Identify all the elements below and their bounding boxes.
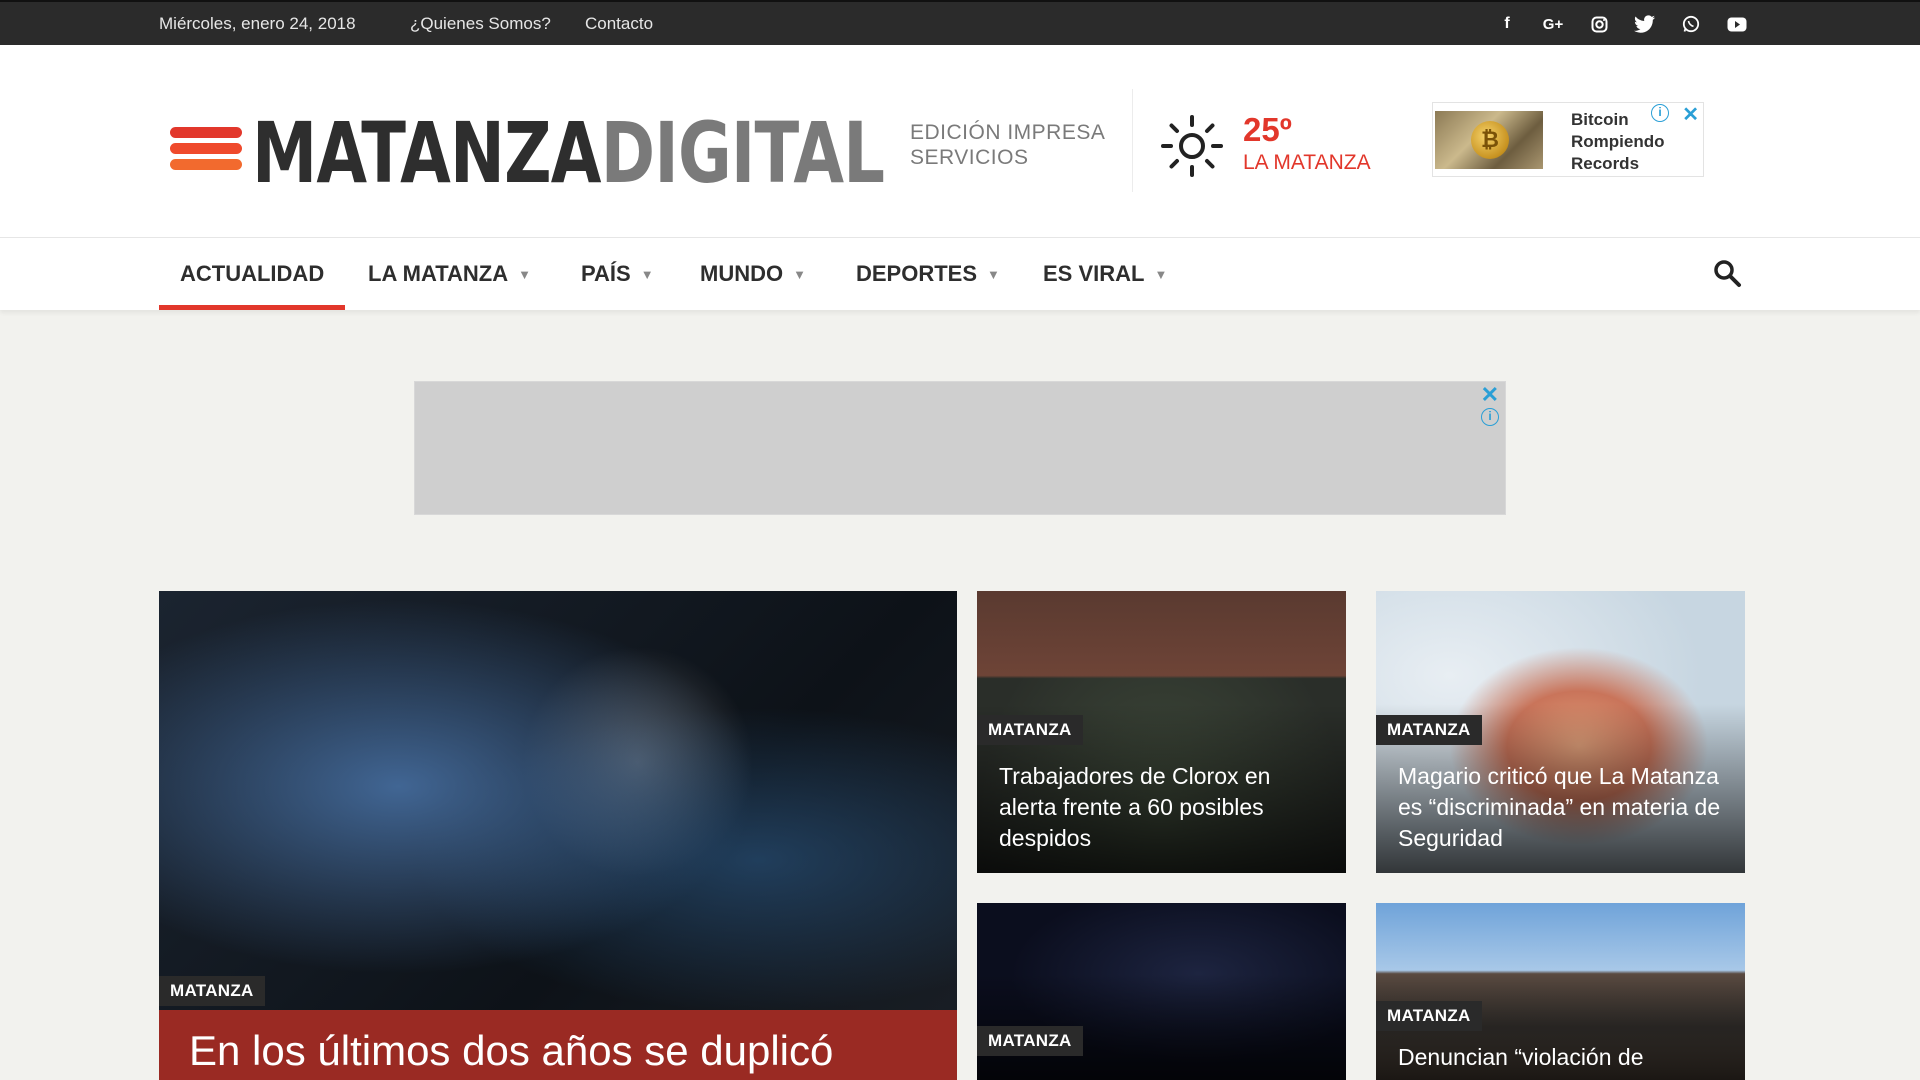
youtube-icon[interactable]	[1724, 11, 1750, 37]
edition-links: EDICIÓN IMPRESA SERVICIOS	[910, 120, 1105, 170]
ad-close-icon[interactable]: ✕	[1481, 382, 1499, 408]
twitter-icon[interactable]	[1632, 11, 1658, 37]
social-links: f G+	[1494, 11, 1750, 37]
bitcoin-ad[interactable]: ₿ Bitcoin Rompiendo Records i ✕	[1432, 102, 1704, 177]
chevron-down-icon: ▼	[793, 266, 806, 282]
chevron-down-icon: ▼	[518, 266, 531, 282]
ad-info-icon[interactable]: i	[1651, 104, 1669, 122]
logo-bars	[170, 127, 242, 175]
article-title[interactable]: Trabajadores de Clorox en alerta frente …	[999, 761, 1329, 854]
ad-text: Bitcoin Rompiendo Records	[1571, 110, 1665, 173]
sun-icon	[1161, 115, 1223, 177]
ad-thumbnail: ₿	[1435, 111, 1543, 169]
category-tag[interactable]: MATANZA	[159, 976, 265, 1006]
nav-item-mundo[interactable]: MUNDO ▼	[700, 238, 806, 310]
article-title[interactable]: Magario criticó que La Matanza es “discr…	[1398, 761, 1738, 854]
current-date: Miércoles, enero 24, 2018	[159, 14, 356, 33]
quienes-somos-link[interactable]: ¿Quienes Somos?	[410, 14, 551, 34]
contacto-link[interactable]: Contacto	[585, 14, 653, 34]
banner-ad[interactable]: ✕ i	[414, 381, 1506, 515]
top-bar: Miércoles, enero 24, 2018 ¿Quienes Somos…	[0, 0, 1920, 45]
article-image	[159, 591, 957, 1080]
site-logo[interactable]: MATANZADIGITAL	[170, 111, 885, 195]
edicion-impresa-link[interactable]: EDICIÓN IMPRESA	[910, 120, 1105, 145]
ad-close-icon[interactable]: ✕	[1682, 102, 1699, 127]
facebook-icon[interactable]: f	[1494, 11, 1520, 37]
nav-item-actualidad[interactable]: ACTUALIDAD	[158, 238, 346, 310]
chevron-down-icon: ▼	[1154, 266, 1168, 282]
weather-temperature: 25º	[1243, 111, 1292, 148]
category-tag[interactable]: MATANZA	[1376, 715, 1482, 745]
nav-item-es-viral[interactable]: ES VIRAL ▼	[1043, 238, 1167, 310]
chevron-down-icon: ▼	[640, 266, 654, 282]
ad-info-icon[interactable]: i	[1481, 408, 1499, 426]
nav-item-pais[interactable]: PAÍS ▼	[581, 238, 654, 310]
article-title[interactable]: Denuncian “violación de	[1398, 1042, 1738, 1073]
article-card[interactable]: MATANZA	[977, 903, 1346, 1080]
chevron-down-icon: ▼	[987, 266, 1000, 282]
featured-article[interactable]: MATANZA En los últimos dos años se dupli…	[159, 591, 957, 1080]
article-card[interactable]: MATANZA Denuncian “violación de	[1376, 903, 1745, 1080]
servicios-link[interactable]: SERVICIOS	[910, 145, 1105, 170]
category-tag[interactable]: MATANZA	[977, 715, 1083, 745]
search-icon[interactable]	[1712, 258, 1742, 288]
site-header: MATANZADIGITAL EDICIÓN IMPRESA SERVICIOS…	[0, 45, 1920, 238]
article-title[interactable]: En los últimos dos años se duplicó	[189, 1028, 833, 1074]
google-plus-icon[interactable]: G+	[1540, 11, 1566, 37]
nav-item-deportes[interactable]: DEPORTES ▼	[856, 238, 1000, 310]
category-tag[interactable]: MATANZA	[1376, 1001, 1482, 1031]
category-tag[interactable]: MATANZA	[977, 1026, 1083, 1056]
weather-location: LA MATANZA	[1243, 151, 1371, 174]
weather-widget: 25º LA MATANZA	[1160, 109, 1390, 179]
main-nav: ACTUALIDAD LA MATANZA ▼ PAÍS ▼ MUNDO ▼ DEPO…	[0, 238, 1920, 310]
whatsapp-icon[interactable]	[1678, 11, 1704, 37]
instagram-icon[interactable]	[1586, 11, 1612, 37]
nav-item-la-matanza[interactable]: LA MATANZA ▼	[368, 238, 531, 310]
article-card[interactable]: MATANZA Trabajadores de Clorox en alerta…	[977, 591, 1346, 873]
article-card[interactable]: MATANZA Magario criticó que La Matanza e…	[1376, 591, 1745, 873]
header-divider	[1132, 89, 1133, 192]
logo-wordmark: MATANZADIGITAL	[252, 104, 885, 202]
